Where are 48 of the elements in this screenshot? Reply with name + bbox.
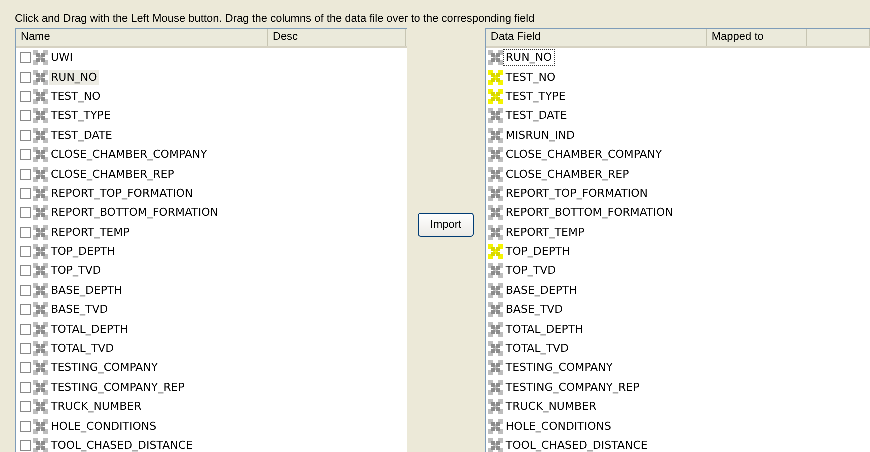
data-field-name[interactable]: TOTAL_DEPTH [504,322,586,337]
data-field-name[interactable]: TESTING_COMPANY_REP [504,380,642,395]
column-name[interactable]: REPORT_BOTTOM_FORMATION [49,205,220,220]
data-field-name[interactable]: REPORT_TOP_FORMATION [504,186,650,201]
column-name[interactable]: TOP_TVD [49,263,104,278]
data-field-name[interactable]: RUN_NO [504,50,554,66]
column-name[interactable]: TOP_DEPTH [49,244,118,260]
column-name[interactable]: CLOSE_CHAMBER_REP [49,166,176,182]
column-name[interactable]: TOTAL_DEPTH [49,322,130,337]
data-field-name[interactable]: CLOSE_CHAMBER_COMPANY [504,147,664,162]
column-name[interactable]: TESTING_COMPANY [49,360,160,376]
data-field-name[interactable]: MISRUN_IND [504,128,577,143]
data-field-name[interactable]: BASE_TVD [504,302,566,318]
column-name[interactable]: RUN_NO [49,70,100,85]
data-field-name[interactable]: TEST_TYPE [504,88,568,104]
column-name[interactable]: TEST_NO [49,88,103,104]
column-name[interactable]: TOOL_CHASED_DISTANCE [49,438,195,452]
column-name[interactable]: REPORT_TOP_FORMATION [49,186,196,201]
data-field-name[interactable]: BASE_DEPTH [504,282,580,298]
data-field-name[interactable]: CLOSE_CHAMBER_REP [504,166,632,182]
column-name[interactable]: HOLE_CONDITIONS [49,418,159,434]
data-field-name[interactable]: TOP_TVD [504,263,558,278]
column-name[interactable]: TEST_TYPE [49,108,113,124]
column-header[interactable]: Desc [268,29,406,46]
data-field-name[interactable]: REPORT_BOTTOM_FORMATION [504,205,676,220]
data-field-name[interactable]: TRUCK_NUMBER [504,399,599,414]
data-field-name[interactable]: TOP_DEPTH [504,244,572,260]
column-name[interactable]: REPORT_TEMP [49,224,132,240]
column-header[interactable]: Name [16,29,268,46]
data-field-name[interactable]: TEST_NO [504,70,558,85]
data-field-name[interactable]: HOLE_CONDITIONS [504,418,614,434]
column-name[interactable]: UWI [49,50,76,66]
column-name[interactable]: TESTING_COMPANY_REP [49,380,187,395]
column-name[interactable]: BASE_TVD [49,302,110,318]
column-header[interactable]: Data Field [486,29,707,46]
data-field-name[interactable]: TOOL_CHASED_DISTANCE [504,438,650,452]
column-name[interactable]: TRUCK_NUMBER [49,399,144,414]
column-name[interactable]: CLOSE_CHAMBER_COMPANY [49,147,210,162]
data-field-name[interactable]: TEST_DATE [504,108,570,124]
column-header[interactable]: Mapped to [706,29,807,46]
import-button[interactable]: Import [418,213,474,237]
data-field-name[interactable]: TOTAL_TVD [504,341,572,356]
data-field-name[interactable]: REPORT_TEMP [504,224,587,240]
column-name[interactable]: BASE_DEPTH [49,282,125,298]
data-field-name[interactable]: TESTING_COMPANY [504,360,615,376]
instruction-text: Click and Drag with the Left Mouse button. Drag the columns of the data file over to the corresponding field [15,12,536,27]
column-name[interactable]: TEST_DATE [49,128,114,143]
column-name[interactable]: TOTAL_TVD [49,341,116,356]
